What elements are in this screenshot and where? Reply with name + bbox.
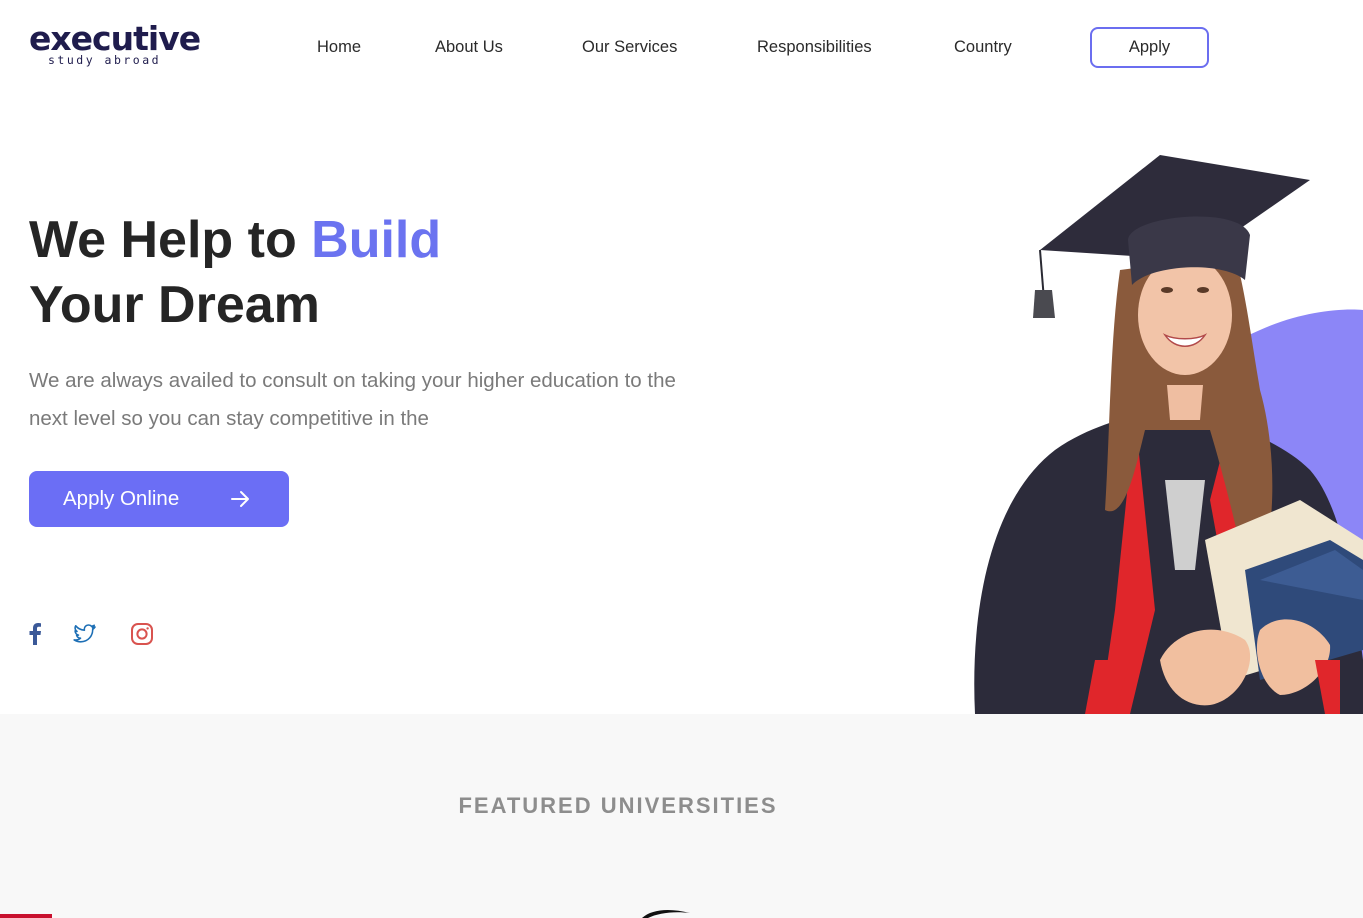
hero-title-accent: Build [311,211,442,269]
university-logo[interactable] [638,908,694,918]
hero-title: We Help to Build Your Dream [29,208,441,338]
university-logo[interactable] [0,914,52,918]
logo-tagline: study abroad [48,53,162,67]
nav-home[interactable]: Home [317,36,361,58]
nav-our-services[interactable]: Our Services [582,36,677,58]
featured-universities-title: FEATURED UNIVERSITIES [458,793,778,818]
nav-about-us[interactable]: About Us [435,36,503,58]
arrow-right-icon [231,491,249,507]
instagram-icon[interactable] [129,621,155,647]
hero-title-part1: We Help to [29,211,312,269]
hero-title-line2: Your Dream [29,276,320,334]
featured-universities-section: FEATURED UNIVERSITIES [0,714,1363,918]
logo[interactable]: executive study abroad [29,20,201,70]
hero-graduate-image [960,140,1363,714]
apply-online-label: Apply Online [63,487,180,510]
hero-description: We are always availed to consult on taki… [29,369,676,430]
twitter-icon[interactable] [72,621,98,647]
apply-online-button[interactable]: Apply Online [29,471,289,527]
apply-button[interactable]: Apply [1090,27,1209,68]
nav-country[interactable]: Country [954,36,1012,58]
facebook-icon[interactable] [22,621,48,647]
site-header: executive study abroad Home About Us Our… [0,0,1363,95]
nav-responsibilities[interactable]: Responsibilities [757,36,872,58]
